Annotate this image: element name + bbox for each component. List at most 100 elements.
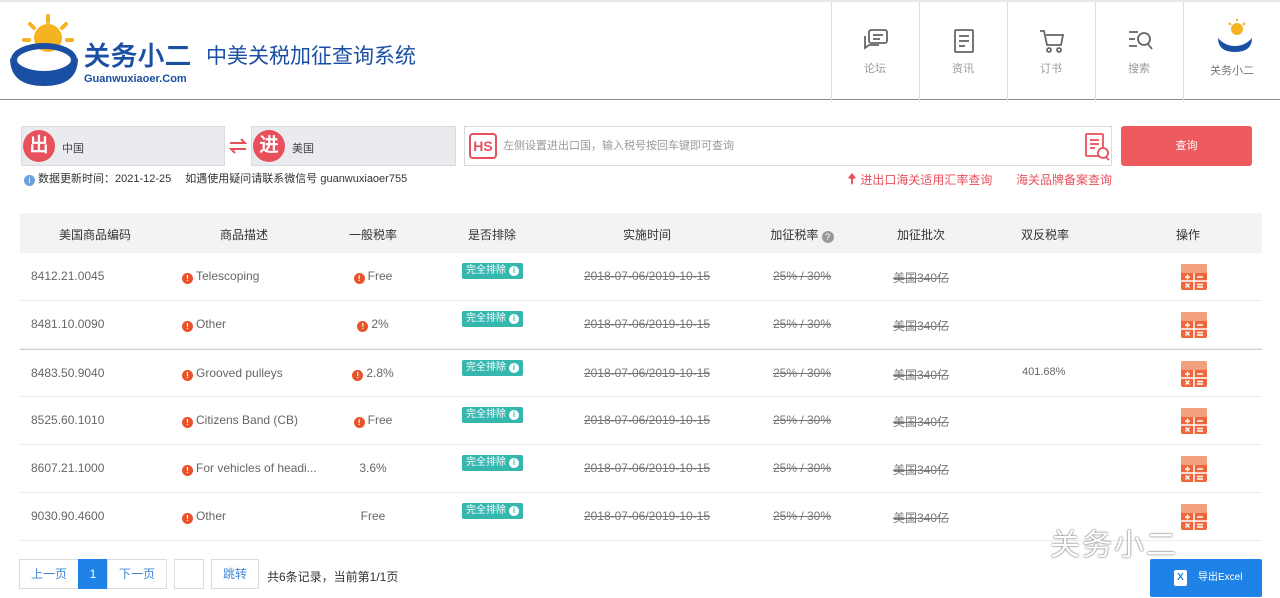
table-header: 美国商品编码 商品描述 一般税率 是否排除 实施时间 加征税率 ? 加征批次 双… [20, 213, 1262, 253]
table-row: 8481.10.0090! Other! 2% 完全排除 i 2018-07-06/201… [20, 301, 1262, 349]
pagination-info: 共6条记录，当前第1/1页 [267, 570, 399, 584]
export-country-value: 中国 [62, 143, 84, 155]
cell-desc: ! Other [182, 509, 226, 524]
brand-domain: Guanwuxiaoer.Com [84, 73, 187, 85]
cell-rate: Free [318, 509, 428, 523]
update-time: 数据更新时间：2021-12-25 [38, 173, 172, 185]
info-dot-icon[interactable]: ! [357, 321, 369, 332]
table-row: 8607.21.1000! For vehicles of headi... 3.6… [20, 445, 1262, 493]
calculator-icon[interactable] [1181, 504, 1207, 530]
cell-period: 2018-07-06/2019-10-15 [583, 317, 711, 331]
nav-brand[interactable]: 关务小二 [1183, 2, 1280, 102]
nav-news[interactable]: 资讯 [919, 2, 1006, 102]
cell-add-rate: 25% / 30% [772, 509, 832, 523]
excluded-tag-label: 完全排除 [466, 265, 506, 276]
info-icon: i [509, 314, 519, 324]
nav-label: 订书 [1040, 63, 1062, 75]
cell-desc: ! Citizens Band (CB) [182, 413, 298, 428]
excluded-tag[interactable]: 完全排除 i [462, 263, 523, 279]
excluded-tag[interactable]: 完全排除 i [462, 407, 523, 423]
calculator-icon[interactable] [1181, 361, 1207, 387]
cell-code: 9030.90.4600 [31, 509, 105, 523]
exchange-rate-link[interactable]: 进出口海关适用汇率查询 [847, 171, 992, 188]
col-header-batch: 加征批次 [896, 228, 945, 242]
jump-button[interactable]: 跳转 [211, 559, 259, 589]
cell-add-rate: 25% / 30% [772, 413, 832, 427]
hs-code-input[interactable] [503, 135, 1073, 157]
brand-name: 关务小二 [84, 41, 193, 71]
brand-logo-icon [1218, 19, 1252, 52]
site-header: 关务小二 Guanwuxiaoer.Com 中美关税加征查询系统 论坛 资讯 订… [0, 0, 1280, 102]
import-country-select[interactable]: 进 美国 [251, 126, 456, 166]
export-badge: 出 [23, 130, 55, 162]
col-header-desc: 商品描述 [219, 228, 268, 242]
query-button[interactable]: 查询 [1121, 126, 1252, 166]
info-dot-icon[interactable]: ! [182, 465, 193, 476]
info-dot-icon[interactable]: ! [182, 370, 193, 381]
cell-rate-text: 2% [371, 317, 389, 331]
excluded-tag-label: 完全排除 [466, 409, 506, 420]
nav-label: 关务小二 [1210, 65, 1254, 77]
table-row: 8483.50.9040! Grooved pulleys! 2.8% 完全排除 i 20… [20, 349, 1262, 397]
calculator-icon[interactable] [1181, 264, 1207, 290]
col-header-period: 实施时间 [622, 228, 671, 242]
info-dot-icon[interactable]: ! [353, 417, 365, 428]
excluded-tag[interactable]: 完全排除 i [462, 360, 523, 376]
cell-period: 2018-07-06/2019-10-15 [583, 413, 711, 427]
excluded-tag[interactable]: 完全排除 i [462, 455, 523, 471]
export-excel-button[interactable]: X 导出Excel [1150, 559, 1262, 597]
cell-add-rate: 25% / 30% [772, 317, 832, 331]
excluded-tag[interactable]: 完全排除 i [462, 503, 523, 519]
document-search-icon[interactable] [1084, 132, 1110, 161]
export-country-select[interactable]: 出 中国 [21, 126, 225, 166]
cell-code: 8525.60.1010 [31, 413, 105, 427]
info-dot-icon[interactable]: ! [182, 513, 193, 524]
brand-record-link[interactable]: 海关品牌备案查询 [1016, 171, 1112, 188]
cell-batch: 美国340亿 [892, 319, 950, 333]
col-header-rate: 一般税率 [348, 228, 397, 242]
brand-logo-icon[interactable] [4, 14, 84, 89]
page-number-input[interactable] [174, 559, 204, 589]
calculator-icon[interactable] [1181, 408, 1207, 434]
cell-desc-text: For vehicles of headi... [196, 461, 317, 475]
help-icon[interactable]: ? [821, 231, 834, 243]
excel-icon: X [1174, 570, 1187, 586]
info-dot-icon[interactable]: ! [182, 321, 193, 332]
calculator-icon[interactable] [1181, 456, 1207, 482]
update-info: i 数据更新时间：2021-12-25 如遇使用疑问请联系微信号 guanwuxia… [24, 170, 407, 186]
cell-ad-cvd: 401.68% [1022, 366, 1066, 378]
cell-period: 2018-07-06/2019-10-15 [583, 461, 711, 475]
excluded-tag-label: 完全排除 [466, 457, 506, 468]
calculator-icon[interactable] [1181, 312, 1207, 338]
info-dot-icon[interactable]: ! [182, 417, 193, 428]
nav-label: 资讯 [952, 63, 974, 75]
info-icon: i [24, 175, 35, 186]
swap-icon[interactable] [229, 138, 247, 154]
col-header-add-rate: 加征税率 ? [738, 226, 866, 243]
cell-add-rate: 25% / 30% [772, 366, 832, 380]
info-icon: i [509, 266, 519, 276]
cell-add-rate: 25% / 30% [772, 461, 832, 475]
nav-order-book[interactable]: 订书 [1007, 2, 1094, 102]
cell-period: 2018-07-06/2019-10-15 [583, 509, 711, 523]
col-header-actions: 操作 [1175, 228, 1200, 242]
nav-search[interactable]: 搜索 [1095, 2, 1182, 102]
cell-code: 8607.21.1000 [31, 461, 105, 475]
prev-page-button[interactable]: 上一页 [19, 559, 79, 589]
next-page-button[interactable]: 下一页 [107, 559, 167, 589]
contact-info: 如遇使用疑问请联系微信号 guanwuxiaoer755 [185, 173, 408, 185]
info-dot-icon[interactable]: ! [352, 370, 364, 381]
page-title: 中美关税加征查询系统 [206, 45, 416, 68]
cell-period: 2018-07-06/2019-10-15 [583, 366, 711, 380]
cell-desc-text: Other [196, 317, 227, 331]
nav-forum[interactable]: 论坛 [831, 2, 918, 102]
info-dot-icon[interactable]: ! [353, 273, 365, 284]
info-dot-icon[interactable]: ! [182, 273, 193, 284]
page-1-button[interactable]: 1 [78, 559, 108, 589]
cell-batch: 美国340亿 [892, 368, 950, 382]
forum-icon [864, 29, 888, 50]
excluded-tag[interactable]: 完全排除 i [462, 311, 523, 327]
cell-batch: 美国340亿 [892, 415, 950, 429]
cell-rate-text: Free [367, 269, 393, 283]
excluded-tag-label: 完全排除 [466, 505, 506, 516]
